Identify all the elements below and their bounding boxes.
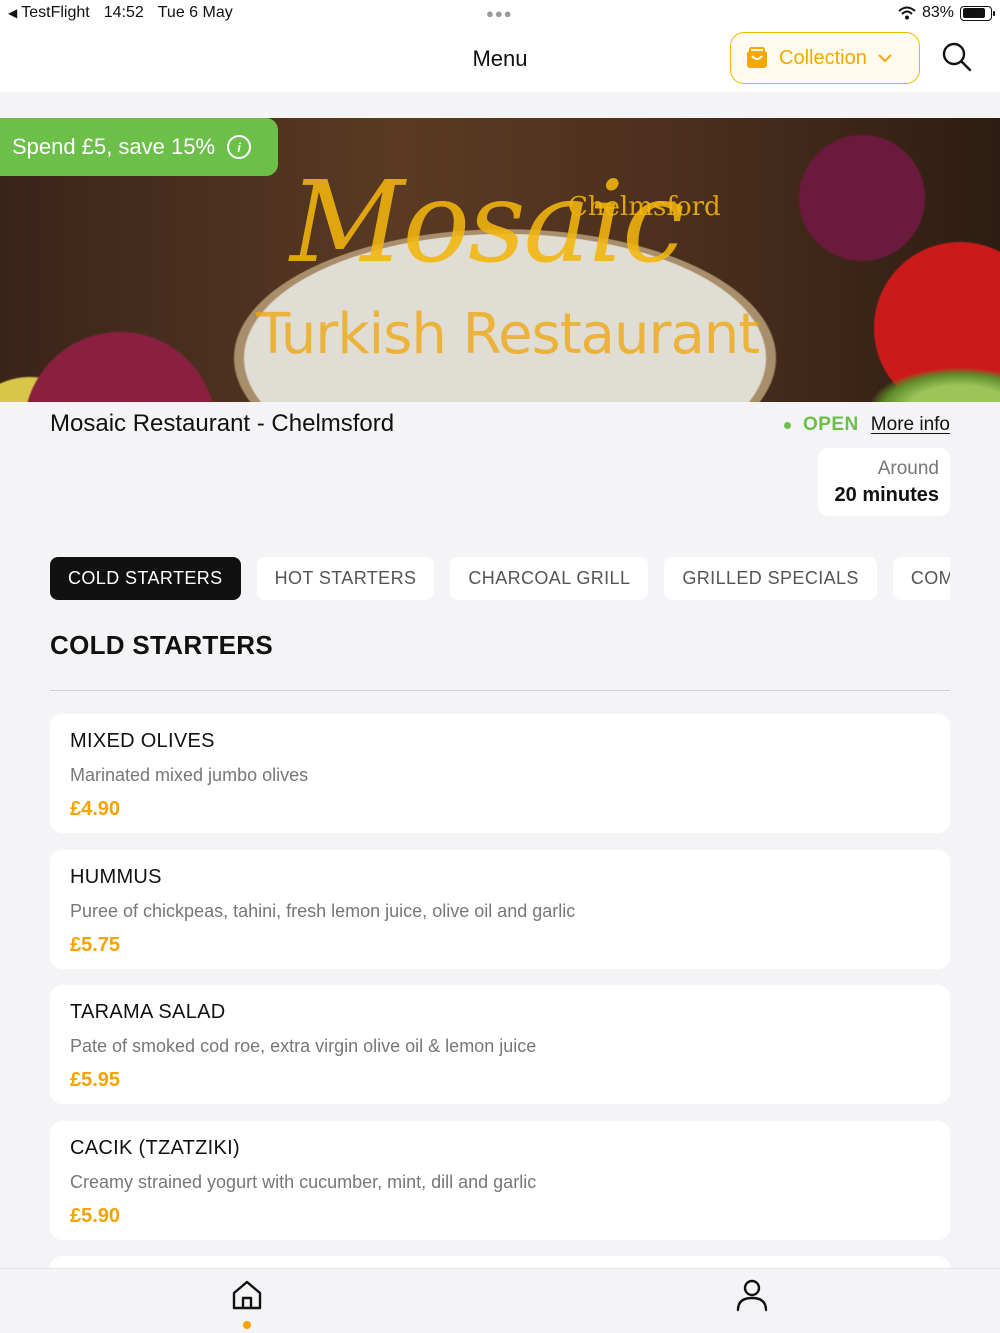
status-label: OPEN [802,414,859,435]
open-status: OPEN More info [783,414,950,436]
promo-badge[interactable]: Spend £5, save 15% i [0,118,278,176]
battery-percent: 83% [921,4,954,21]
status-bar-left: ◀ TestFlight 14:52 Tue 6 May [8,4,233,22]
status-time: 14:52 [103,4,144,21]
item-price: £5.90 [70,1204,121,1227]
menu-item-card[interactable]: HUMMUS Puree of chickpeas, tahini, fresh… [50,849,950,969]
back-app-label[interactable]: TestFlight [21,4,89,22]
item-price: £5.75 [70,933,121,956]
wifi-icon [898,6,916,20]
back-to-app-icon[interactable]: ◀ [8,6,17,20]
active-tab-indicator [243,1321,251,1329]
banner-salad-decoration [870,368,1000,402]
collection-mode-button[interactable]: Collection [730,32,920,84]
home-icon[interactable] [229,1277,265,1313]
info-icon[interactable]: i [227,135,252,159]
menu-item-card[interactable]: MIXED OLIVES Marinated mixed jumbo olive… [50,714,950,833]
item-description: Pate of smoked cod roe, extra virgin oli… [70,1036,537,1056]
section-title: COLD STARTERS [50,630,273,660]
tab-grilled-specials[interactable]: GRILLED SPECIALS [664,557,877,600]
menu-item-card[interactable]: TARAMA SALAD Pate of smoked cod roe, ext… [50,985,950,1104]
eta-box: Around 20 minutes [818,448,950,516]
item-description: Puree of chickpeas, tahini, fresh lemon … [70,900,576,921]
menu-item-card[interactable]: CACIK (TZATZIKI) Creamy strained yogurt … [50,1120,950,1240]
tab-charcoal-grill[interactable]: CHARCOAL GRILL [450,557,649,600]
collection-label: Collection [779,46,867,69]
tab-cold-starters[interactable]: COLD STARTERS [50,557,241,600]
app-header: Menu Collection [0,28,1000,92]
item-price: £5.95 [70,1069,121,1091]
user-icon[interactable] [734,1277,770,1313]
status-dot-icon [783,421,791,429]
status-bar-right: 83% [898,4,995,22]
shopping-bag-icon [747,47,767,68]
restaurant-name: Mosaic Restaurant - Chelmsford [50,410,395,437]
item-description: Creamy strained yogurt with cucumber, mi… [70,1171,537,1192]
battery-icon [960,5,995,21]
item-name: CACIK (TZATZIKI) [70,1136,240,1159]
eta-prefix: Around [877,458,939,479]
item-name: TARAMA SALAD [70,1001,226,1023]
more-info-link[interactable]: More info [871,414,950,436]
section-divider [50,690,950,691]
banner-logo-name: Mosaic [290,158,685,288]
item-description: Marinated mixed jumbo olives [70,765,309,785]
search-icon[interactable] [940,40,974,74]
menu-item-list: MIXED OLIVES Marinated mixed jumbo olive… [50,714,950,1333]
bottom-navigation [0,1268,1000,1333]
restaurant-banner: Chelmsford Mosaic Turkish Restaurant Spe… [0,118,1000,402]
tab-hot-starters[interactable]: HOT STARTERS [256,557,435,600]
promo-text: Spend £5, save 15% [12,134,216,159]
item-name: MIXED OLIVES [70,730,215,752]
tab-combinations[interactable]: COMBINATIONS [892,557,950,600]
category-tabs: COLD STARTERS HOT STARTERS CHARCOAL GRIL… [50,557,950,601]
eta-value: 20 minutes [834,484,939,506]
status-bar: ◀ TestFlight 14:52 Tue 6 May ●●● 83% [0,0,1000,28]
chevron-down-icon [878,54,892,63]
item-name: HUMMUS [70,865,162,888]
multitasking-dots-icon[interactable]: ●●● [486,6,513,21]
item-price: £4.90 [70,798,121,820]
status-date: Tue 6 May [157,4,233,21]
banner-logo-subtitle: Turkish Restaurant [256,302,760,367]
